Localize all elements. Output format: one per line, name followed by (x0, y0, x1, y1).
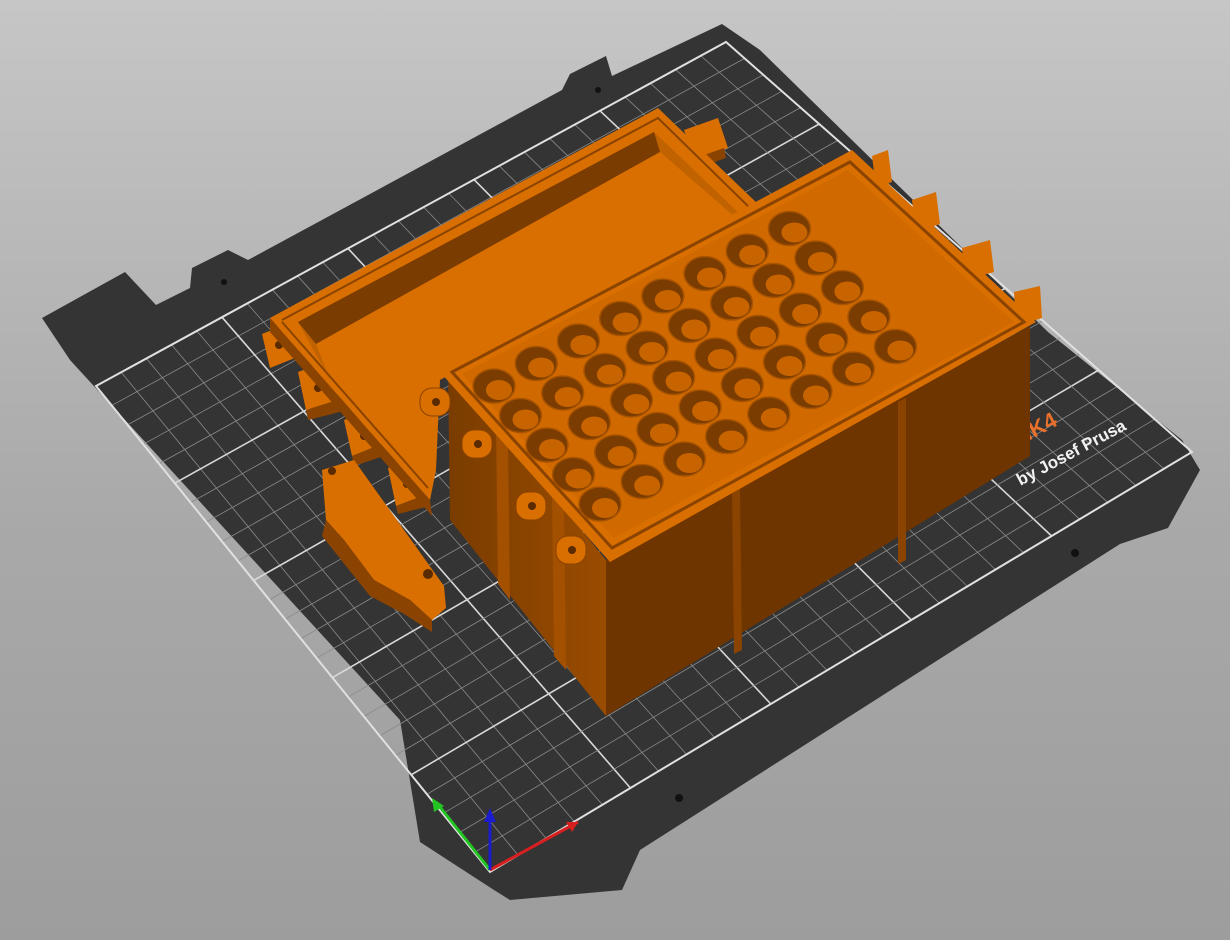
bed-hole (595, 87, 601, 93)
hole-inner (807, 252, 834, 272)
hole-inner (486, 380, 512, 400)
hole-inner (765, 274, 792, 295)
3d-viewport[interactable]: A MK4 by Josef Prusa (0, 0, 1230, 940)
hole-inner (623, 394, 650, 414)
hole-inner (676, 453, 703, 473)
hole-inner (776, 356, 803, 376)
hole-inner (612, 312, 639, 333)
hole-inner (692, 401, 719, 421)
hole-inner (887, 340, 914, 361)
hole-inner (739, 245, 766, 265)
hole-inner (750, 326, 776, 347)
hole-inner (665, 371, 692, 392)
hole-inner (818, 333, 845, 354)
bed-hole (221, 279, 227, 285)
hole-inner (649, 423, 676, 444)
hole-inner (723, 297, 750, 317)
hole-inner (860, 311, 887, 331)
hole-inner (634, 475, 661, 496)
hole-inner (681, 319, 708, 340)
hole-inner (512, 409, 539, 430)
hole-inner (760, 408, 787, 428)
hole-inner (718, 430, 745, 451)
hole-inner (565, 468, 592, 489)
hole-inner (539, 439, 565, 459)
hole-inner (592, 498, 618, 518)
hole-inner (596, 364, 623, 385)
hole-inner (607, 446, 634, 466)
hole-inner (697, 267, 723, 288)
bed-hole (1071, 549, 1079, 557)
hole-inner (554, 387, 581, 407)
hole-inner (639, 342, 666, 362)
hole-inner (845, 363, 872, 383)
hole-inner (834, 281, 861, 302)
hole-inner (581, 416, 608, 437)
hole-inner (707, 349, 734, 369)
hole-inner (654, 290, 681, 310)
hole-inner (570, 335, 597, 355)
hole-inner (734, 378, 761, 399)
hole-inner (792, 304, 819, 324)
bed-hole (675, 794, 683, 802)
hole-inner (781, 222, 808, 243)
hole-inner (803, 385, 829, 406)
hole-inner (528, 357, 555, 378)
